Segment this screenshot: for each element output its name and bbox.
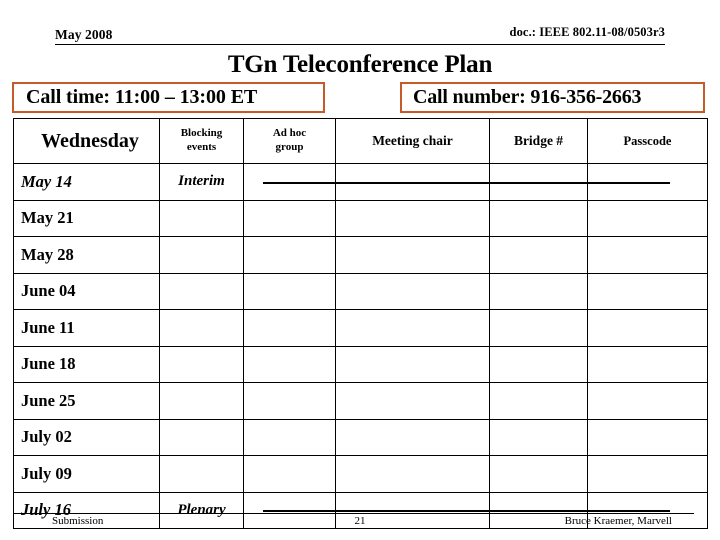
cell-passcode [587,236,708,274]
cell-ad-hoc-group [243,163,336,201]
cell-ad-hoc-group [243,382,336,420]
cell-meeting-chair [335,418,490,456]
cell-passcode [587,272,708,310]
table-row: June 18 [13,345,708,383]
cell-bridge-number [489,199,588,237]
cell-passcode [587,309,708,347]
adhoc-line-2: group [275,141,304,153]
cell-passcode [587,382,708,420]
cell-bridge-number [489,418,588,456]
table-header-row: Wednesday Blocking events Ad hoc group M… [13,118,708,164]
cell-blocking-events [159,382,244,420]
cell-blocking-events [159,236,244,274]
table-row: June 11 [13,309,708,347]
cell-bridge-number [489,163,588,201]
blocking-line-2: events [186,141,217,153]
blocking-line-1: Blocking [180,127,223,140]
cell-day: June 18 [13,345,160,383]
cell-ad-hoc-group [243,199,336,237]
strikethrough-rule [336,181,489,184]
call-number-box: Call number: 916-356-2663 [400,82,705,113]
table-row: June 25 [13,382,708,420]
cell-ad-hoc-group [243,272,336,310]
table-row: July 02 [13,418,708,456]
cell-bridge-number [489,309,588,347]
strikethrough-rule [263,181,335,184]
cell-ad-hoc-group [243,418,336,456]
cell-blocking-events [159,345,244,383]
cell-blocking-events: Interim [159,163,244,201]
cell-day: June 25 [13,382,160,420]
cell-meeting-chair [335,272,490,310]
cell-blocking-events [159,272,244,310]
strikethrough-rule [588,181,670,184]
document-header: May 2008 doc.: IEEE 802.11-08/0503r3 [55,22,665,45]
footer-author: Bruce Kraemer, Marvell [564,515,672,527]
slide: May 2008 doc.: IEEE 802.11-08/0503r3 TGn… [0,0,720,540]
table-row: June 04 [13,272,708,310]
cell-bridge-number [489,236,588,274]
call-time-label: Call time: 11:00 – 13:00 ET [26,86,258,108]
cell-day: July 09 [13,455,160,493]
adhoc-line-1: Ad hoc [272,127,307,140]
cell-meeting-chair [335,455,490,493]
strikethrough-rule [490,181,587,184]
cell-passcode [587,418,708,456]
cell-blocking-events [159,455,244,493]
cell-blocking-events [159,418,244,456]
strikethrough-rule [490,510,587,513]
table-body: May 14 Interim May 21 May 28 June 04 June 11 J… [13,163,708,529]
cell-bridge-number [489,382,588,420]
table-row: July 09 [13,455,708,493]
cell-passcode [587,199,708,237]
call-time-box: Call time: 11:00 – 13:00 ET [12,82,325,113]
cell-day: May 28 [13,236,160,274]
strikethrough-rule [588,510,670,513]
strikethrough-rule [336,510,489,513]
column-header-meeting-chair: Meeting chair [335,118,490,164]
column-header-bridge-number: Bridge # [489,118,588,164]
teleconference-plan-table: Wednesday Blocking events Ad hoc group M… [13,118,708,529]
cell-day: May 14 [13,163,160,201]
column-header-blocking-events: Blocking events [159,118,244,164]
cell-meeting-chair [335,163,490,201]
cell-bridge-number [489,272,588,310]
strikethrough-rule [263,510,335,513]
cell-day: June 11 [13,309,160,347]
cell-meeting-chair [335,309,490,347]
header-date: May 2008 [55,27,113,42]
cell-ad-hoc-group [243,236,336,274]
cell-ad-hoc-group [243,455,336,493]
column-header-passcode: Passcode [587,118,708,164]
cell-day: June 04 [13,272,160,310]
cell-meeting-chair [335,345,490,383]
cell-passcode [587,163,708,201]
cell-day: May 21 [13,199,160,237]
column-header-wednesday: Wednesday [13,118,160,164]
footer: Submission 21 Bruce Kraemer, Marvell [0,513,720,533]
table-row: May 21 [13,199,708,237]
page-title: TGn Teleconference Plan [227,51,493,78]
cell-day: July 02 [13,418,160,456]
cell-ad-hoc-group [243,345,336,383]
call-number-label: Call number: 916-356-2663 [413,86,642,108]
cell-meeting-chair [335,236,490,274]
cell-bridge-number [489,455,588,493]
cell-bridge-number [489,345,588,383]
table-row: May 14 Interim [13,163,708,201]
cell-passcode [587,455,708,493]
cell-blocking-events [159,199,244,237]
cell-meeting-chair [335,382,490,420]
cell-ad-hoc-group [243,309,336,347]
header-doc-number: doc.: IEEE 802.11-08/0503r3 [509,25,665,39]
cell-blocking-events [159,309,244,347]
cell-meeting-chair [335,199,490,237]
table-row: May 28 [13,236,708,274]
column-header-ad-hoc-group: Ad hoc group [243,118,336,164]
cell-passcode [587,345,708,383]
